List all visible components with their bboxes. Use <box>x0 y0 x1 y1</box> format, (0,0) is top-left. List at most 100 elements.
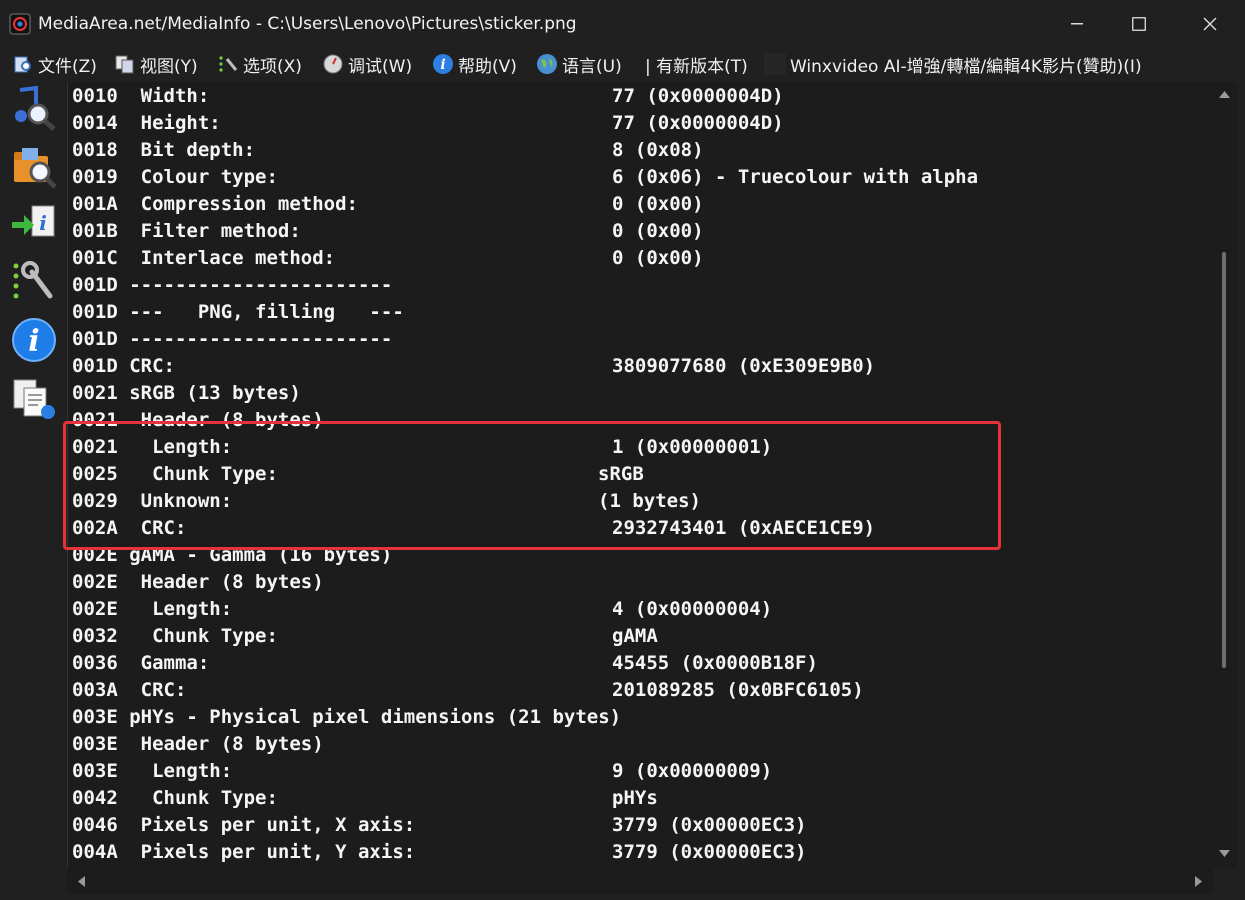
report-line: 003A CRC: 201089285 (0x0BFC6105) <box>72 677 864 704</box>
line-value: 9 (0x00000009) <box>612 760 773 782</box>
line-field: Header (8 bytes) <box>140 571 324 593</box>
line-value: 0 (0x00) <box>612 247 704 269</box>
line-offset: 002E <box>72 571 118 593</box>
menu-debug[interactable]: 调试(W) <box>322 51 412 77</box>
menu-file-label: 文件(Z) <box>38 56 97 77</box>
menu-help-label: 帮助(V) <box>458 56 517 77</box>
line-value: 3779 (0x00000EC3) <box>612 841 807 863</box>
scroll-left-icon[interactable] <box>77 876 85 887</box>
line-field: Pixels per unit, X axis: <box>140 814 416 836</box>
sidebar-about-button[interactable]: i <box>10 316 58 364</box>
report-line: 0042 Chunk Type: pHYs <box>72 785 658 812</box>
line-field: Chunk Type: <box>152 787 278 809</box>
line-offset: 0018 <box>72 139 118 161</box>
line-field: Height: <box>140 112 221 134</box>
menu-options-label: 选项(X) <box>243 56 302 77</box>
report-line: 003E pHYs - Physical pixel dimensions (2… <box>72 704 621 731</box>
menu-options[interactable]: 选项(X) <box>217 51 302 77</box>
scroll-down-icon[interactable] <box>1219 850 1230 858</box>
scroll-up-icon[interactable] <box>1219 90 1230 98</box>
line-field: Header (8 bytes) <box>140 733 324 755</box>
line-field: CRC: <box>140 679 187 701</box>
sidebar-preferences-button[interactable] <box>10 258 58 306</box>
line-field: sRGB (13 bytes) <box>129 382 301 404</box>
menu-help[interactable]: i 帮助(V) <box>432 51 517 77</box>
menu-file[interactable]: 文件(Z) <box>12 51 97 77</box>
svg-text:i: i <box>440 57 445 73</box>
maximize-button[interactable] <box>1107 0 1171 48</box>
debug-icon <box>323 54 343 74</box>
line-offset: 003E <box>72 733 118 755</box>
vertical-scroll-thumb[interactable] <box>1222 252 1226 668</box>
line-value: 45455 (0x0000B18F) <box>612 652 818 674</box>
options-wrench-icon <box>219 56 238 72</box>
vertical-scrollbar[interactable] <box>1213 82 1237 868</box>
svg-text:i: i <box>28 324 39 359</box>
sidebar-open-file-button[interactable] <box>10 84 58 132</box>
report-line: 001B Filter method: 0 (0x00) <box>72 218 704 245</box>
line-field: Interlace method: <box>140 247 336 269</box>
report-line: 001C Interlace method: 0 (0x00) <box>72 245 704 272</box>
highlight-box <box>63 421 1001 550</box>
line-value: 77 (0x0000004D) <box>612 112 784 134</box>
maximize-icon <box>1132 17 1146 31</box>
line-offset: 0042 <box>72 787 118 809</box>
line-offset: 0010 <box>72 85 118 107</box>
menu-view[interactable]: 视图(Y) <box>114 51 198 77</box>
line-value: 4 (0x00000004) <box>612 598 773 620</box>
file-open-icon <box>14 56 31 73</box>
horizontal-scrollbar[interactable] <box>67 868 1213 894</box>
sidebar-view-report-button[interactable] <box>10 374 58 422</box>
minimize-button[interactable] <box>1045 0 1109 48</box>
report-line: 0019 Colour type: 6 (0x06) - Truecolour w… <box>72 164 978 191</box>
close-button[interactable] <box>1178 0 1242 48</box>
minimize-icon <box>1071 23 1083 25</box>
scroll-right-icon[interactable] <box>1195 876 1203 887</box>
title-bar[interactable]: MediaArea.net/MediaInfo - C:\Users\Lenov… <box>0 0 1245 48</box>
report-line: 001D CRC: 3809077680 (0xE309E9B0) <box>72 353 875 380</box>
line-value: 0 (0x00) <box>612 220 704 242</box>
report-line: 001A Compression method: 0 (0x00) <box>72 191 704 218</box>
about-info-icon: i <box>12 318 56 362</box>
menu-language-label: 语言(U) <box>562 56 622 77</box>
line-field: CRC: <box>129 355 175 377</box>
report-line: 003E Header (8 bytes) <box>72 731 324 758</box>
line-offset: 0014 <box>72 112 118 134</box>
sidebar-open-folder-button[interactable] <box>10 142 58 190</box>
report-line: 001D ----------------------- <box>72 272 392 299</box>
sponsor-icon <box>764 53 786 75</box>
line-field: Length: <box>152 760 233 782</box>
line-offset: 0032 <box>72 625 118 647</box>
menu-language[interactable]: 语言(U) <box>536 51 622 77</box>
menu-sponsor[interactable]: Winxvideo AI-增強/轉檔/編輯4K影片(贊助)(I) <box>764 51 1142 77</box>
line-offset: 003E <box>72 760 118 782</box>
sidebar-export-button[interactable]: i <box>10 200 58 248</box>
line-offset: 0019 <box>72 166 118 188</box>
view-report-icon <box>13 379 55 419</box>
line-offset: 0021 <box>72 382 118 404</box>
window-title: MediaArea.net/MediaInfo - C:\Users\Lenov… <box>38 14 577 34</box>
line-field: Gamma: <box>140 652 210 674</box>
menu-bar: 文件(Z) 视图(Y) 选项(X) 调试(W) i 帮助(V) 语言(U) | … <box>0 48 1245 80</box>
report-line: 002E Length: 4 (0x00000004) <box>72 596 772 623</box>
line-offset: 001D <box>72 274 118 296</box>
menu-debug-label: 调试(W) <box>348 56 413 77</box>
line-offset: 001B <box>72 220 118 242</box>
line-offset: 001D <box>72 355 118 377</box>
menu-new-version[interactable]: | 有新版本(T) <box>645 51 748 77</box>
report-line: 0010 Width: 77 (0x0000004D) <box>72 83 784 110</box>
report-line: 001D ----------------------- <box>72 326 392 353</box>
line-field: Chunk Type: <box>152 625 278 647</box>
help-info-icon: i <box>433 54 453 74</box>
line-field: Bit depth: <box>140 139 256 161</box>
